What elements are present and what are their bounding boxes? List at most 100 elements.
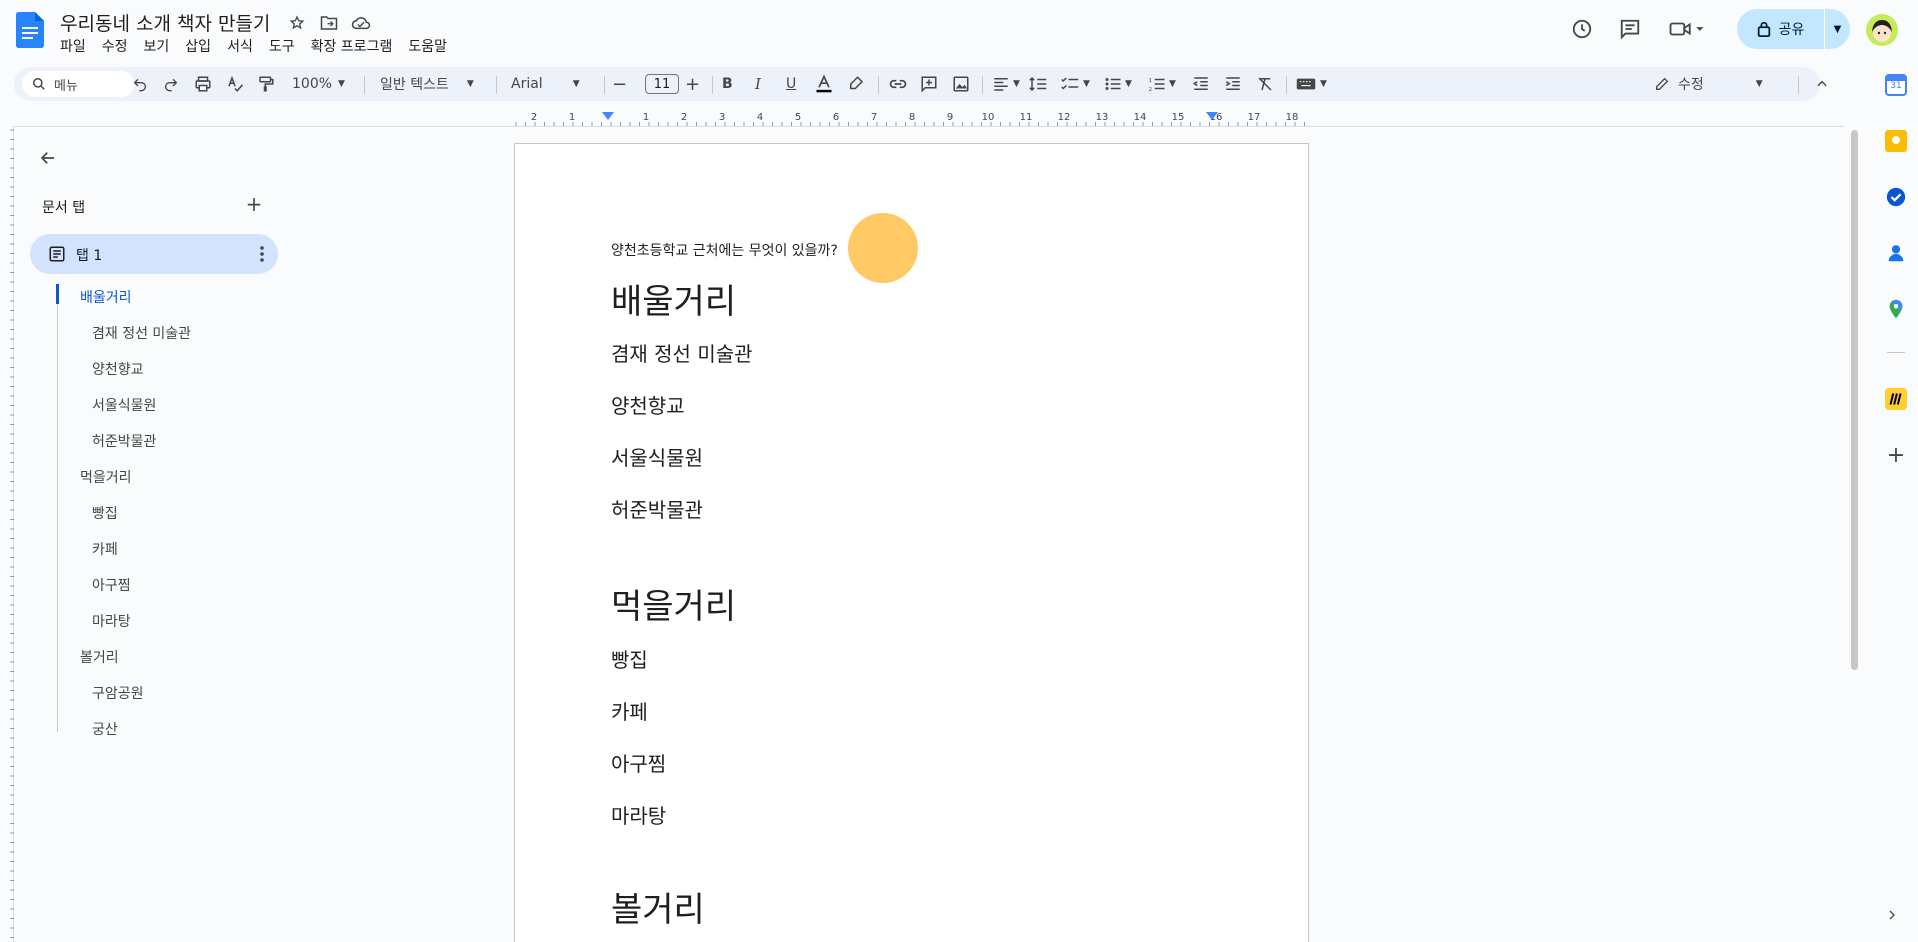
font-select[interactable]: Arial ▼ — [511, 67, 580, 101]
line-spacing-icon[interactable] — [1028, 67, 1048, 101]
miro-icon[interactable] — [1885, 388, 1907, 410]
heading-2[interactable]: 겸재 정선 미술관 — [611, 338, 753, 367]
ruler-tick-label: 7 — [871, 112, 877, 123]
keep-icon[interactable] — [1885, 130, 1907, 152]
heading-2[interactable]: 빵집 — [611, 644, 648, 673]
italic-icon[interactable]: I — [755, 67, 761, 101]
zoom-select[interactable]: 100% ▼ — [292, 67, 345, 101]
maps-icon[interactable] — [1885, 298, 1907, 320]
outline-item[interactable]: 카페 — [92, 539, 118, 559]
docs-logo-icon[interactable] — [16, 12, 44, 48]
heading-2[interactable]: 카페 — [611, 696, 648, 725]
link-icon[interactable] — [888, 67, 908, 101]
outline-item[interactable]: 겸재 정선 미술관 — [92, 323, 191, 343]
heading-2[interactable]: 허준박물관 — [611, 494, 703, 523]
decrease-font-size-button[interactable]: − — [612, 67, 627, 101]
chevron-right-icon[interactable] — [1882, 905, 1902, 925]
underline-icon[interactable]: U — [786, 67, 796, 101]
decrease-indent-icon[interactable] — [1192, 67, 1210, 101]
toolbar-divider — [878, 76, 879, 94]
outline-item[interactable]: 빵집 — [92, 503, 118, 523]
spellcheck-icon[interactable] — [226, 67, 244, 101]
tasks-icon[interactable] — [1885, 186, 1907, 208]
cloud-status-icon[interactable] — [350, 12, 372, 34]
heading-2[interactable]: 마라탕 — [611, 800, 666, 829]
hide-menus-icon[interactable] — [1815, 67, 1829, 101]
print-icon[interactable] — [194, 67, 212, 101]
add-tab-button[interactable]: + — [242, 192, 266, 216]
outline-item[interactable]: 아구찜 — [92, 575, 131, 595]
heading-2[interactable]: 양천향교 — [611, 390, 685, 419]
outline-item[interactable]: 구암공원 — [92, 683, 144, 703]
align-select[interactable]: ▼ — [992, 67, 1020, 101]
document-title[interactable]: 우리동네 소개 책자 만들기 — [60, 9, 270, 36]
checklist-select[interactable]: ▼ — [1060, 67, 1090, 101]
undo-icon[interactable] — [132, 67, 148, 101]
menu-edit[interactable]: 수정 — [94, 34, 136, 58]
toolbar-divider — [364, 76, 365, 94]
ruler-tick-label: 9 — [947, 112, 953, 123]
increase-indent-icon[interactable] — [1224, 67, 1242, 101]
add-comment-icon[interactable] — [920, 67, 938, 101]
back-arrow-icon[interactable] — [36, 146, 60, 170]
outline-item[interactable]: 궁산 — [92, 719, 118, 739]
menu-insert[interactable]: 삽입 — [177, 34, 219, 58]
star-icon[interactable] — [286, 12, 308, 34]
editing-mode-select[interactable]: 수정 ▼ — [1654, 67, 1794, 101]
clear-formatting-icon[interactable] — [1256, 67, 1274, 101]
input-tools-select[interactable]: ▼ — [1296, 67, 1327, 101]
calendar-icon[interactable]: 31 — [1885, 74, 1907, 96]
highlight-color-icon[interactable] — [847, 67, 865, 101]
intro-text[interactable]: 양천초등학교 근처에는 무엇이 있을까? — [611, 240, 838, 260]
chevron-down-icon: ▼ — [1169, 79, 1176, 89]
font-size-input[interactable]: 11 — [645, 74, 679, 94]
outline-item[interactable]: 마라탕 — [92, 611, 131, 631]
share-button[interactable]: 공유 — [1737, 9, 1825, 49]
bold-icon[interactable]: B — [722, 67, 733, 101]
paint-format-icon[interactable] — [257, 67, 275, 101]
history-icon[interactable] — [1569, 16, 1595, 42]
text-color-icon[interactable] — [814, 67, 834, 101]
title-actions — [286, 12, 372, 34]
numbered-list-select[interactable]: 1 2 ▼ — [1148, 67, 1176, 101]
more-options-icon[interactable] — [252, 243, 272, 265]
menu-extensions[interactable]: 확장 프로그램 — [303, 34, 401, 58]
outline-item[interactable]: 볼거리 — [80, 647, 119, 667]
meet-icon[interactable] — [1665, 16, 1709, 42]
comments-icon[interactable] — [1617, 16, 1643, 42]
chevron-down-icon: ▼ — [338, 79, 345, 89]
tab-1[interactable]: 탭 1 — [30, 234, 278, 274]
menu-search[interactable]: 메뉴 — [22, 71, 134, 97]
horizontal-ruler[interactable]: 2 1 1 2 3 4 5 6 7 8 9 10 11 12 13 14 15 16 17 18 — [512, 108, 1312, 126]
heading-2[interactable]: 아구찜 — [611, 748, 666, 777]
outline-item[interactable]: 양천향교 — [92, 359, 144, 379]
vertical-scrollbar[interactable] — [1851, 130, 1858, 670]
heading-1[interactable]: 배울거리 — [611, 274, 736, 323]
increase-font-size-button[interactable]: + — [685, 67, 700, 101]
outline-item[interactable]: 먹을거리 — [80, 467, 132, 487]
outline-item[interactable]: 허준박물관 — [92, 431, 156, 451]
heading-2[interactable]: 서울식물원 — [611, 442, 703, 471]
menu-help[interactable]: 도움말 — [400, 34, 455, 58]
contacts-icon[interactable] — [1885, 242, 1907, 264]
bulleted-list-select[interactable]: ▼ — [1104, 67, 1132, 101]
heading-1[interactable]: 볼거리 — [611, 882, 705, 931]
add-addon-icon[interactable]: + — [1885, 443, 1907, 468]
pencil-icon — [1656, 77, 1669, 90]
menu-format[interactable]: 서식 — [219, 34, 261, 58]
share-dropdown-icon[interactable]: ▼ — [1825, 9, 1850, 49]
menu-view[interactable]: 보기 — [136, 34, 178, 58]
outline-item[interactable]: 서울식물원 — [92, 395, 156, 415]
vertical-ruler[interactable] — [0, 126, 14, 942]
ruler-baseline — [14, 126, 1844, 127]
insert-image-icon[interactable] — [952, 67, 970, 101]
move-folder-icon[interactable] — [318, 12, 340, 34]
outline-item[interactable]: 배울거리 — [80, 287, 132, 307]
style-select[interactable]: 일반 텍스트 ▼ — [380, 67, 474, 101]
menu-tools[interactable]: 도구 — [261, 34, 303, 58]
heading-1[interactable]: 먹을거리 — [611, 579, 736, 628]
menu-file[interactable]: 파일 — [52, 34, 94, 58]
redo-icon[interactable] — [163, 67, 179, 101]
lock-icon — [1757, 21, 1770, 37]
avatar[interactable] — [1866, 14, 1898, 46]
